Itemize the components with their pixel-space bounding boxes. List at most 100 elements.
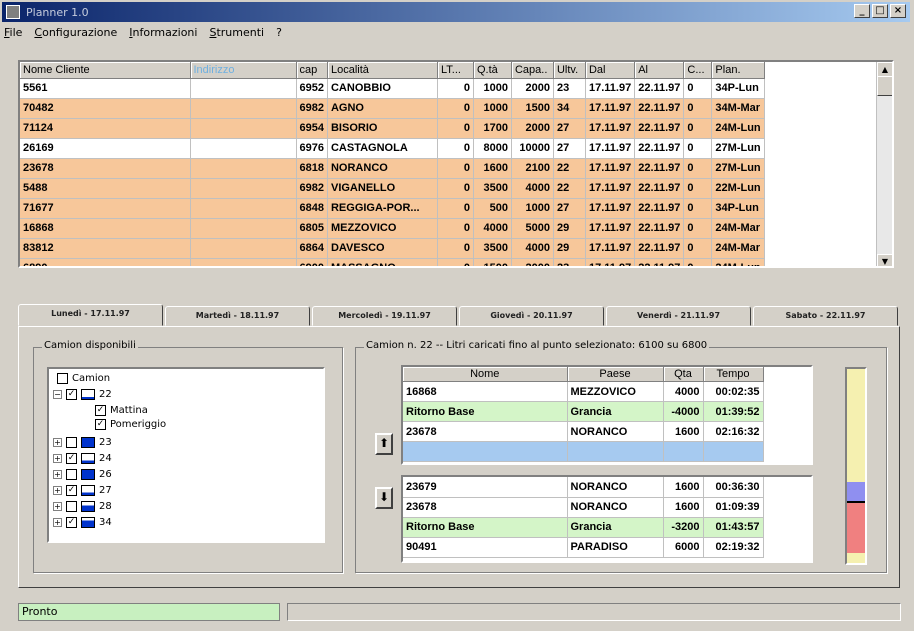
tree-truck-22[interactable]: − ✓ 22 bbox=[53, 389, 112, 400]
route-cell: Grancia bbox=[567, 517, 664, 538]
grid-header-3[interactable]: Località bbox=[327, 62, 438, 79]
menu-help[interactable]: ? bbox=[276, 26, 282, 39]
table-cell: 0 bbox=[683, 178, 713, 199]
maximize-button[interactable]: □ bbox=[872, 4, 888, 18]
table-cell: 6864 bbox=[296, 238, 328, 259]
tree-shift[interactable]: ✓ Mattina bbox=[95, 405, 148, 416]
menu-strumenti[interactable]: Strumenti bbox=[209, 26, 264, 39]
scroll-down-button[interactable]: ▼ bbox=[877, 254, 892, 266]
route-row[interactable] bbox=[403, 441, 764, 462]
table-row[interactable]: 23678 6818 NORANCO 0 1600 2100 22 17.11.97 22.11… bbox=[20, 158, 765, 179]
grid-header-4[interactable]: LT... bbox=[437, 62, 474, 79]
grid-header-7[interactable]: Ultv. bbox=[553, 62, 586, 79]
route-lower-list: 23679 NORANCO 1600 00:36:30 23678 NORANCO 1600… bbox=[401, 475, 813, 563]
route-row[interactable]: Ritorno Base Grancia -4000 01:39:52 bbox=[403, 401, 764, 422]
checkbox[interactable] bbox=[66, 437, 77, 448]
tree-truck-23[interactable]: +23 bbox=[53, 437, 112, 448]
shift-label: Pomeriggio bbox=[110, 419, 167, 430]
table-row[interactable]: 6890 6900 MASSAGNO 0 1500 2000 23 17.11.97 22.11… bbox=[20, 258, 765, 266]
tree-shift[interactable]: ✓ Pomeriggio bbox=[95, 419, 166, 430]
grid-header-0[interactable]: Nome Cliente bbox=[20, 62, 191, 79]
grid-header-9[interactable]: Al bbox=[634, 62, 685, 79]
move-up-button[interactable]: ⬆ bbox=[375, 433, 393, 455]
table-row[interactable]: 71124 6954 BISORIO 0 1700 2000 27 17.11.97 22.11… bbox=[20, 118, 765, 139]
tree-truck-26[interactable]: +26 bbox=[53, 469, 112, 480]
route-cell: 4000 bbox=[663, 381, 704, 402]
truck-load-icon bbox=[81, 485, 95, 496]
grid-header-6[interactable]: Capa.. bbox=[511, 62, 554, 79]
route-header-3[interactable]: Tempo bbox=[703, 367, 764, 382]
expand-icon[interactable]: + bbox=[53, 518, 62, 527]
table-cell: 22.11.97 bbox=[634, 98, 685, 119]
tab-sabato[interactable]: Sabato - 22.11.97 bbox=[753, 306, 898, 326]
checkbox[interactable] bbox=[57, 373, 68, 384]
table-row[interactable]: 70482 6982 AGNO 0 1000 1500 34 17.11.97 22.11.97… bbox=[20, 98, 765, 119]
tree-truck-27[interactable]: + ✓ 27 bbox=[53, 485, 112, 496]
tree-root[interactable]: Camion bbox=[57, 373, 110, 384]
tab-martedi[interactable]: Martedì - 18.11.97 bbox=[165, 306, 310, 326]
table-row[interactable]: 71677 6848 REGGIGA-POR... 0 500 1000 27 17.11.9… bbox=[20, 198, 765, 219]
table-cell: 6900 bbox=[296, 258, 328, 266]
expand-icon[interactable]: + bbox=[53, 470, 62, 479]
checkbox[interactable]: ✓ bbox=[66, 389, 77, 400]
route-cell: 01:39:52 bbox=[703, 401, 764, 422]
tree-truck-34[interactable]: + ✓ 34 bbox=[53, 517, 112, 528]
table-row[interactable]: 83812 6864 DAVESCO 0 3500 4000 29 17.11.97 22.11… bbox=[20, 238, 765, 259]
table-cell: 6848 bbox=[296, 198, 328, 219]
checkbox[interactable] bbox=[66, 501, 77, 512]
grid-header-8[interactable]: Dal bbox=[585, 62, 636, 79]
grid-header-2[interactable]: cap bbox=[296, 62, 328, 79]
grid-header-10[interactable]: C... bbox=[683, 62, 713, 79]
menu-bar: File Configurazione Informazioni Strumen… bbox=[4, 23, 282, 41]
checkbox[interactable] bbox=[66, 469, 77, 480]
table-cell: 0 bbox=[437, 258, 474, 266]
route-row[interactable]: Ritorno Base Grancia -3200 01:43:57 bbox=[403, 517, 764, 538]
minimize-button[interactable]: _ bbox=[854, 4, 870, 18]
tab-giovedi[interactable]: Giovedì - 20.11.97 bbox=[459, 306, 604, 326]
scroll-thumb[interactable] bbox=[877, 76, 892, 96]
expand-icon[interactable]: + bbox=[53, 486, 62, 495]
table-cell: 22 bbox=[553, 178, 586, 199]
menu-informazioni[interactable]: Informazioni bbox=[129, 26, 197, 39]
checkbox[interactable]: ✓ bbox=[66, 485, 77, 496]
table-row[interactable]: 5488 6982 VIGANELLO 0 3500 4000 22 17.11.97 22.1… bbox=[20, 178, 765, 199]
route-row[interactable]: 23678 NORANCO 1600 01:09:39 bbox=[403, 497, 764, 518]
route-cell: 23678 bbox=[403, 497, 568, 518]
route-row[interactable]: 16868 MEZZOVICO 4000 00:02:35 bbox=[403, 381, 764, 402]
expand-icon[interactable]: − bbox=[53, 390, 62, 399]
checkbox[interactable]: ✓ bbox=[95, 405, 106, 416]
menu-file[interactable]: File bbox=[4, 26, 22, 39]
tab-lunedi[interactable]: Lunedì - 17.11.97 bbox=[18, 304, 163, 326]
route-row[interactable]: 23679 NORANCO 1600 00:36:30 bbox=[403, 477, 764, 498]
expand-icon[interactable]: + bbox=[53, 454, 62, 463]
grid-header-5[interactable]: Q.tà bbox=[473, 62, 512, 79]
tree-truck-28[interactable]: +28 bbox=[53, 501, 112, 512]
tab-mercoledi[interactable]: Mercoledì - 19.11.97 bbox=[312, 306, 457, 326]
application-window: Planner 1.0 _ □ × File Configurazione In… bbox=[0, 0, 914, 631]
grid-scrollbar[interactable]: ▲ ▼ bbox=[876, 62, 892, 266]
route-cell: 1600 bbox=[663, 497, 704, 518]
table-row[interactable]: 5561 6952 CANOBBIO 0 1000 2000 23 17.11.97 22.11… bbox=[20, 78, 765, 99]
menu-configurazione[interactable]: Configurazione bbox=[34, 26, 117, 39]
checkbox[interactable]: ✓ bbox=[95, 419, 106, 430]
tab-venerdi[interactable]: Venerdì - 21.11.97 bbox=[606, 306, 751, 326]
checkbox[interactable]: ✓ bbox=[66, 453, 77, 464]
route-header-2[interactable]: Qta bbox=[663, 367, 704, 382]
route-row[interactable]: 90491 PARADISO 6000 02:19:32 bbox=[403, 537, 764, 558]
grid-header-11[interactable]: Plan. bbox=[711, 62, 765, 79]
checkbox[interactable]: ✓ bbox=[66, 517, 77, 528]
table-cell: 17.11.97 bbox=[585, 258, 636, 266]
move-down-button[interactable]: ⬇ bbox=[375, 487, 393, 509]
table-row[interactable]: 16868 6805 MEZZOVICO 0 4000 5000 29 17.11.97 22.… bbox=[20, 218, 765, 239]
truck-load-icon bbox=[81, 469, 95, 480]
expand-icon[interactable]: + bbox=[53, 502, 62, 511]
tree-truck-24[interactable]: + ✓ 24 bbox=[53, 453, 112, 464]
route-cell: Ritorno Base bbox=[403, 401, 568, 422]
route-header-0[interactable]: Nome bbox=[403, 367, 568, 382]
route-header-1[interactable]: Paese bbox=[567, 367, 664, 382]
route-row[interactable]: 23678 NORANCO 1600 02:16:32 bbox=[403, 421, 764, 442]
table-row[interactable]: 26169 6976 CASTAGNOLA 0 8000 10000 27 17.11.97 2… bbox=[20, 138, 765, 159]
close-button[interactable]: × bbox=[890, 4, 906, 18]
expand-icon[interactable]: + bbox=[53, 438, 62, 447]
grid-header-1[interactable]: Indirizzo bbox=[190, 62, 297, 79]
